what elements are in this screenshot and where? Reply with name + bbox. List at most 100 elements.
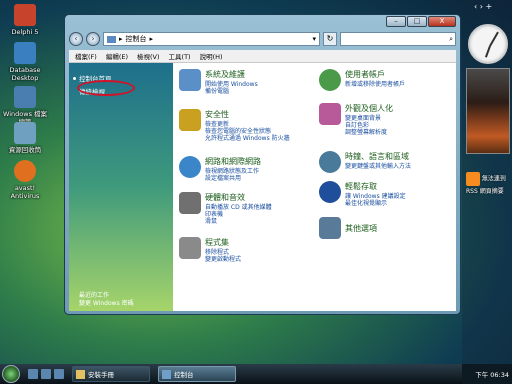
clock-globe-icon <box>319 151 341 173</box>
sidebar-controls[interactable]: ‹ › + <box>474 2 492 11</box>
delphi-icon <box>14 4 36 26</box>
maximize-button[interactable]: □ <box>407 16 427 27</box>
back-button[interactable]: ‹ <box>69 32 83 46</box>
system-maintenance-icon <box>179 69 201 91</box>
rss-gadget[interactable]: 無法連到 RSS 網頁摘要 <box>466 172 510 195</box>
control-panel-icon <box>107 35 116 43</box>
avast-icon <box>14 160 36 182</box>
database-icon <box>14 42 36 64</box>
menu-edit[interactable]: 編輯(E) <box>106 51 128 61</box>
desktop-icon-recycle-bin[interactable]: 資源回收筒 <box>2 122 48 154</box>
category-link[interactable]: 滑鼠 <box>205 218 272 225</box>
category-title[interactable]: 系統及維護 <box>205 69 258 80</box>
category-link[interactable]: 移除程式 <box>205 249 241 256</box>
category-title[interactable]: 網路和網際網路 <box>205 156 261 167</box>
window-controls: – □ X <box>386 16 456 27</box>
address-row: ‹ › ▸ 控制台 ▸ ▾ ↻ ⌕ <box>69 31 456 47</box>
category-link[interactable]: 設定檔案共用 <box>205 175 261 182</box>
switch-windows-icon[interactable] <box>41 369 51 379</box>
start-button[interactable] <box>2 365 20 383</box>
slideshow-gadget[interactable] <box>466 68 510 154</box>
taskbar-button-label: 控制台 <box>174 371 194 379</box>
control-panel-window: – □ X ‹ › ▸ 控制台 ▸ ▾ ↻ ⌕ 檔案(F) 編輯(E) 檢視(V… <box>64 14 461 315</box>
rss-icon <box>466 172 480 186</box>
taskbar: 安裝手冊 控制台 下午 06:34 <box>0 364 512 384</box>
clock-minute-hand <box>489 31 499 47</box>
category-title[interactable]: 外觀及個人化 <box>345 103 393 114</box>
category-programs[interactable]: 程式集 移除程式 變更啟動程式 <box>179 237 241 263</box>
tray-clock[interactable]: 下午 06:34 <box>475 369 509 379</box>
close-button[interactable]: X <box>428 16 456 27</box>
category-link[interactable]: 檢查您電腦的安全性狀態 <box>205 128 290 135</box>
refresh-button[interactable]: ↻ <box>323 32 337 46</box>
category-title[interactable]: 輕鬆存取 <box>345 181 406 192</box>
category-security[interactable]: 安全性 檢查更新 檢查您電腦的安全性狀態 允許程式通過 Windows 防火牆 <box>179 109 290 142</box>
clock-hour-hand <box>484 45 491 58</box>
recent-tasks: 最近的工作 變更 Windows 密碼 <box>79 292 134 308</box>
show-desktop-icon[interactable] <box>28 369 38 379</box>
desktop-icon-explorer[interactable]: Windows 檔案總管 <box>2 86 48 126</box>
category-link[interactable]: 備份電腦 <box>205 88 258 95</box>
category-link[interactable]: 讓 Windows 建議設定 <box>345 193 406 200</box>
address-bar[interactable]: ▸ 控制台 ▸ ▾ <box>103 32 320 46</box>
category-network[interactable]: 網路和網際網路 檢視網路狀態及工作 設定檔案共用 <box>179 156 261 182</box>
recent-task-link[interactable]: 變更 Windows 密碼 <box>79 300 134 308</box>
ease-of-access-icon <box>319 181 341 203</box>
desktop-icon-database[interactable]: Database Desktop <box>2 42 48 82</box>
address-dropdown-icon[interactable]: ▾ <box>312 35 316 43</box>
category-link[interactable]: 變更桌面背景 <box>345 115 393 122</box>
desktop-icon-label: avast! Antivirus <box>10 184 40 200</box>
system-tray: 下午 06:34 <box>462 364 512 384</box>
taskbar-button-manual[interactable]: 安裝手冊 <box>72 366 150 382</box>
category-title[interactable]: 使用者帳戶 <box>345 69 405 80</box>
breadcrumb[interactable]: 控制台 <box>126 34 147 44</box>
menu-help[interactable]: 說明(H) <box>200 51 223 61</box>
forward-button[interactable]: › <box>86 32 100 46</box>
highlight-annotation <box>77 80 135 96</box>
folder-icon <box>76 369 85 379</box>
category-additional-options[interactable]: 其他選項 <box>319 217 377 239</box>
category-link[interactable]: 變更鍵盤或其他輸入方法 <box>345 163 411 170</box>
category-link[interactable]: 開始使用 Windows <box>205 81 258 88</box>
printer-icon <box>179 192 201 214</box>
category-clock-language[interactable]: 時鐘、語言和區域 變更鍵盤或其他輸入方法 <box>319 151 411 173</box>
menu-tools[interactable]: 工具(T) <box>169 51 191 61</box>
network-icon <box>179 156 201 178</box>
category-link[interactable]: 自訂色彩 <box>345 122 393 129</box>
shield-icon <box>179 109 201 131</box>
category-title[interactable]: 程式集 <box>205 237 241 248</box>
category-ease-of-access[interactable]: 輕鬆存取 讓 Windows 建議設定 最佳化視覺顯示 <box>319 181 406 207</box>
folder-icon <box>14 86 36 108</box>
search-icon[interactable]: ⌕ <box>449 35 453 44</box>
category-link[interactable]: 檢查更新 <box>205 121 290 128</box>
breadcrumb-arrow-icon: ▸ <box>119 35 123 43</box>
desktop-icon-avast[interactable]: avast! Antivirus <box>2 160 48 200</box>
category-title[interactable]: 其他選項 <box>345 223 377 234</box>
clock-gadget[interactable] <box>468 24 508 64</box>
category-appearance[interactable]: 外觀及個人化 變更桌面背景 自訂色彩 調整螢幕解析度 <box>319 103 393 136</box>
category-link[interactable]: 允許程式通過 Windows 防火牆 <box>205 135 290 142</box>
search-input[interactable]: ⌕ <box>340 32 456 46</box>
category-link[interactable]: 檢視網路狀態及工作 <box>205 168 261 175</box>
menu-view[interactable]: 檢視(V) <box>137 51 160 61</box>
bullet-icon <box>73 76 76 80</box>
category-link[interactable]: 調整螢幕解析度 <box>345 129 393 136</box>
desktop-icon-label: 資源回收筒 <box>8 146 42 154</box>
desktop-icon-delphi[interactable]: Delphi 5 <box>2 4 48 36</box>
category-link[interactable]: 最佳化視覺顯示 <box>345 200 406 207</box>
category-link[interactable]: 印表機 <box>205 211 272 218</box>
appearance-icon <box>319 103 341 125</box>
category-system[interactable]: 系統及維護 開始使用 Windows 備份電腦 <box>179 69 258 95</box>
category-link[interactable]: 自動播放 CD 或其他媒體 <box>205 204 272 211</box>
browser-icon[interactable] <box>54 369 64 379</box>
category-title[interactable]: 時鐘、語言和區域 <box>345 151 411 162</box>
category-link[interactable]: 新增或移除使用者帳戶 <box>345 81 405 88</box>
category-title[interactable]: 安全性 <box>205 109 290 120</box>
category-hardware[interactable]: 硬體和音效 自動播放 CD 或其他媒體 印表機 滑鼠 <box>179 192 272 225</box>
category-user-accounts[interactable]: 使用者帳戶 新增或移除使用者帳戶 <box>319 69 405 91</box>
taskbar-button-control-panel[interactable]: 控制台 <box>158 366 236 382</box>
category-link[interactable]: 變更啟動程式 <box>205 256 241 263</box>
category-title[interactable]: 硬體和音效 <box>205 192 272 203</box>
menu-file[interactable]: 檔案(F) <box>75 51 97 61</box>
minimize-button[interactable]: – <box>386 16 406 27</box>
